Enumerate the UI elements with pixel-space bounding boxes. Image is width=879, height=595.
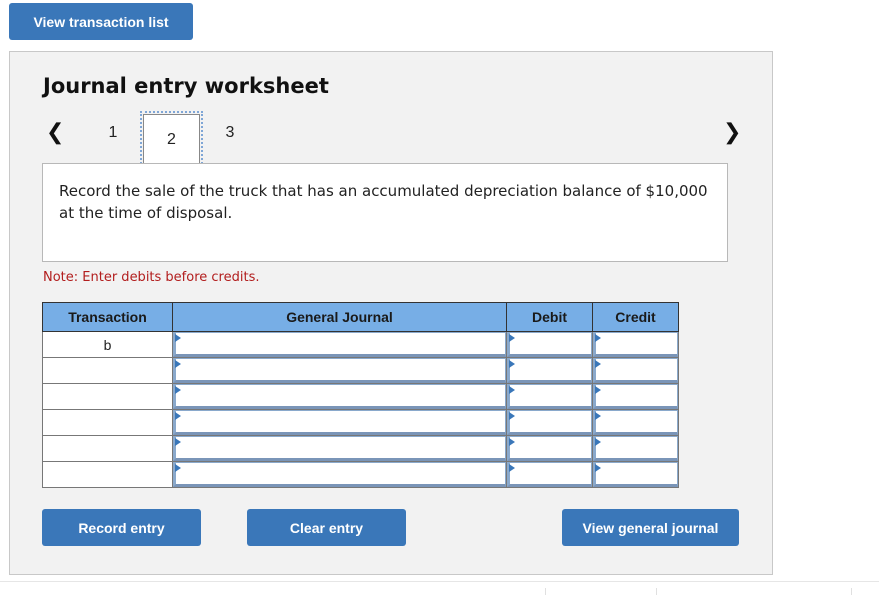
transaction-cell <box>42 461 173 488</box>
column-header-debit: Debit <box>506 302 593 332</box>
instruction-note: Note: Enter debits before credits. <box>43 270 260 285</box>
journal-entry-worksheet-panel: Journal entry worksheet ❮ 1 2 3 ❯ Record… <box>9 51 773 575</box>
credit-input[interactable] <box>593 462 678 487</box>
clear-entry-button[interactable]: Clear entry <box>247 509 406 546</box>
general-journal-input[interactable] <box>173 358 506 383</box>
credit-input[interactable] <box>593 358 678 383</box>
general-journal-cell <box>172 461 507 488</box>
credit-cell <box>592 435 679 462</box>
transaction-cell <box>42 383 173 410</box>
credit-cell <box>592 357 679 384</box>
credit-cell <box>592 409 679 436</box>
record-entry-button[interactable]: Record entry <box>42 509 201 546</box>
general-journal-cell <box>172 383 507 410</box>
journal-entry-table: Transaction General Journal Debit Credit… <box>42 302 679 488</box>
credit-input[interactable] <box>593 384 678 409</box>
general-journal-input[interactable] <box>173 332 506 357</box>
general-journal-input[interactable] <box>173 436 506 461</box>
general-journal-input[interactable] <box>173 384 506 409</box>
credit-cell <box>592 383 679 410</box>
view-general-journal-button[interactable]: View general journal <box>562 509 739 546</box>
step-tab-1[interactable]: 1 <box>103 124 123 142</box>
footer-divider-tick <box>656 588 657 595</box>
column-header-general-journal: General Journal <box>172 302 507 332</box>
chevron-left-icon[interactable]: ❮ <box>46 120 64 146</box>
credit-cell <box>592 331 679 358</box>
debit-cell <box>506 331 593 358</box>
debit-input[interactable] <box>507 358 592 383</box>
debit-input[interactable] <box>507 410 592 435</box>
page-title: Journal entry worksheet <box>43 74 329 98</box>
debit-input[interactable] <box>507 332 592 357</box>
step-tab-2-active[interactable]: 2 <box>140 111 203 168</box>
footer-divider <box>0 581 879 582</box>
column-header-credit: Credit <box>592 302 679 332</box>
general-journal-cell <box>172 409 507 436</box>
debit-cell <box>506 409 593 436</box>
debit-input[interactable] <box>507 462 592 487</box>
general-journal-input[interactable] <box>173 462 506 487</box>
transaction-cell <box>42 409 173 436</box>
table-row <box>42 357 679 384</box>
debit-input[interactable] <box>507 384 592 409</box>
transaction-cell <box>42 357 173 384</box>
transaction-cell <box>42 435 173 462</box>
footer-divider-tick <box>545 588 546 595</box>
general-journal-cell <box>172 435 507 462</box>
general-journal-cell <box>172 357 507 384</box>
debit-cell <box>506 357 593 384</box>
footer-divider-tick <box>851 588 852 595</box>
credit-input[interactable] <box>593 410 678 435</box>
table-row <box>42 383 679 410</box>
column-header-transaction: Transaction <box>42 302 173 332</box>
debit-cell <box>506 461 593 488</box>
credit-input[interactable] <box>593 332 678 357</box>
transaction-cell: b <box>42 331 173 358</box>
table-row <box>42 435 679 462</box>
table-row <box>42 461 679 488</box>
table-row: b <box>42 331 679 358</box>
debit-cell <box>506 435 593 462</box>
credit-cell <box>592 461 679 488</box>
general-journal-cell <box>172 331 507 358</box>
debit-input[interactable] <box>507 436 592 461</box>
table-row <box>42 409 679 436</box>
question-prompt: Record the sale of the truck that has an… <box>42 163 728 262</box>
view-transaction-list-button[interactable]: View transaction list <box>9 3 193 40</box>
table-header-row: Transaction General Journal Debit Credit <box>42 302 679 332</box>
general-journal-input[interactable] <box>173 410 506 435</box>
debit-cell <box>506 383 593 410</box>
chevron-right-icon[interactable]: ❯ <box>723 120 741 146</box>
credit-input[interactable] <box>593 436 678 461</box>
step-tab-3[interactable]: 3 <box>220 124 240 142</box>
